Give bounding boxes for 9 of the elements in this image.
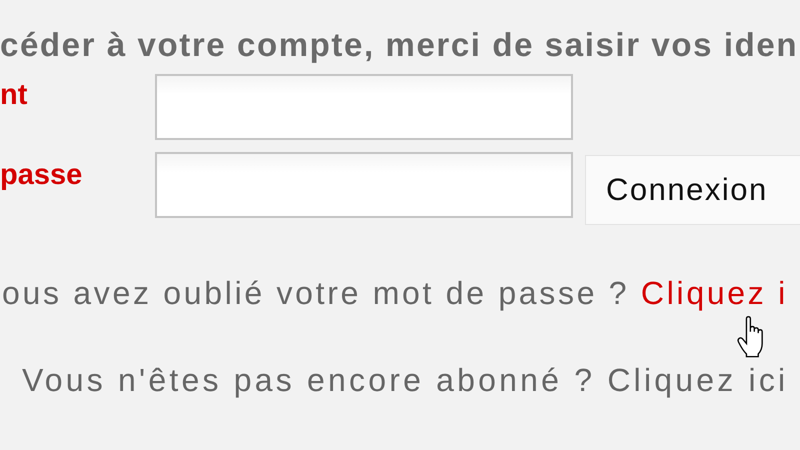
subscribe-text: Vous n'êtes pas encore abonné ? Cliquez ici <box>21 362 790 399</box>
instruction-text: céder à votre compte, merci de saisir vos iden <box>0 25 800 64</box>
login-button[interactable]: Connexion <box>585 155 800 225</box>
field-label: passe <box>0 160 84 190</box>
password-field[interactable] <box>155 152 573 218</box>
field-label: nt <box>0 80 28 110</box>
forgot-password-link[interactable]: Cliquez i <box>640 275 788 311</box>
username-field[interactable] <box>155 74 573 140</box>
forgot-password-text: ous avez oublié votre mot de passe ? <box>2 275 630 311</box>
